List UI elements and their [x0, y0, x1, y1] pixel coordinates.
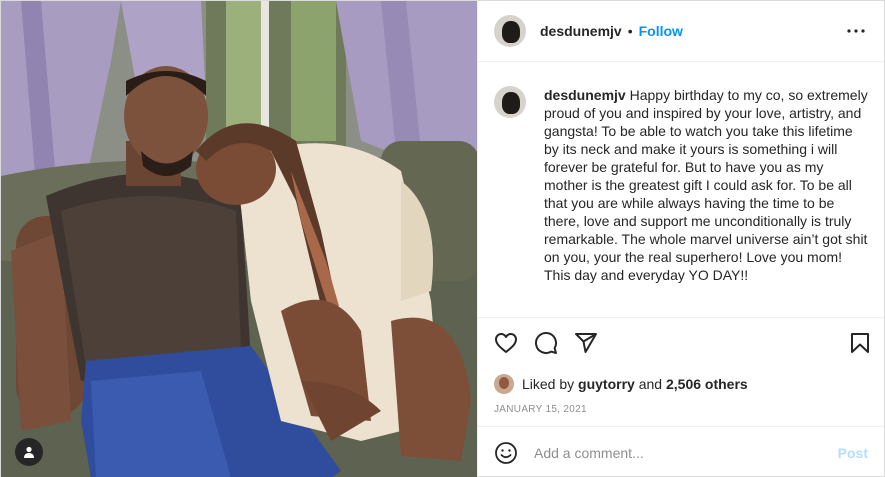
share-button[interactable] — [574, 331, 598, 355]
caption-author-avatar[interactable] — [494, 86, 526, 118]
comment-input[interactable] — [534, 444, 838, 461]
like-button[interactable] — [494, 331, 518, 355]
liker-username[interactable]: guytorry — [578, 376, 635, 392]
comment-bubble-icon — [535, 332, 557, 354]
likes-prefix: Liked by — [522, 376, 575, 392]
instagram-post: desdunemjv • Follow desdunemjv Happy bir… — [0, 0, 885, 477]
more-options-button[interactable] — [844, 19, 868, 43]
action-bar — [478, 318, 884, 368]
post-photo-illustration — [1, 1, 477, 477]
more-options-icon — [847, 29, 865, 33]
post-comment-button[interactable]: Post — [838, 445, 868, 461]
save-button[interactable] — [848, 331, 872, 355]
caption-area: desdunemjv Happy birthday to my co, so e… — [478, 62, 884, 318]
smiley-icon — [495, 441, 517, 464]
author-username[interactable]: desdunemjv — [540, 23, 622, 39]
emoji-button[interactable] — [494, 441, 518, 465]
caption: desdunemjv Happy birthday to my co, so e… — [544, 86, 868, 317]
likes-others-link[interactable]: 2,506 others — [666, 376, 748, 392]
likes-summary: Liked by guytorry and 2,506 others — [478, 368, 884, 400]
post-side-panel: desdunemjv • Follow desdunemjv Happy bir… — [477, 1, 884, 477]
user-tag-icon — [24, 446, 34, 458]
follow-button[interactable]: Follow — [639, 23, 683, 39]
bookmark-icon — [851, 333, 869, 353]
post-header: desdunemjv • Follow — [478, 1, 884, 62]
user-tag-button[interactable] — [15, 438, 43, 466]
header-separator: • — [627, 23, 633, 39]
caption-body: Happy birthday to my co, so extremely pr… — [544, 87, 868, 283]
liker-avatar[interactable] — [494, 374, 514, 394]
share-paper-plane-icon — [575, 333, 597, 353]
comment-button[interactable] — [534, 331, 558, 355]
author-avatar[interactable] — [494, 15, 526, 47]
likes-joiner: and — [638, 376, 663, 392]
comment-composer: Post — [478, 426, 884, 477]
post-date[interactable]: JANUARY 15, 2021 — [478, 400, 884, 426]
post-photo[interactable] — [1, 1, 477, 477]
heart-icon — [495, 333, 517, 353]
caption-username[interactable]: desdunemjv — [544, 87, 626, 103]
